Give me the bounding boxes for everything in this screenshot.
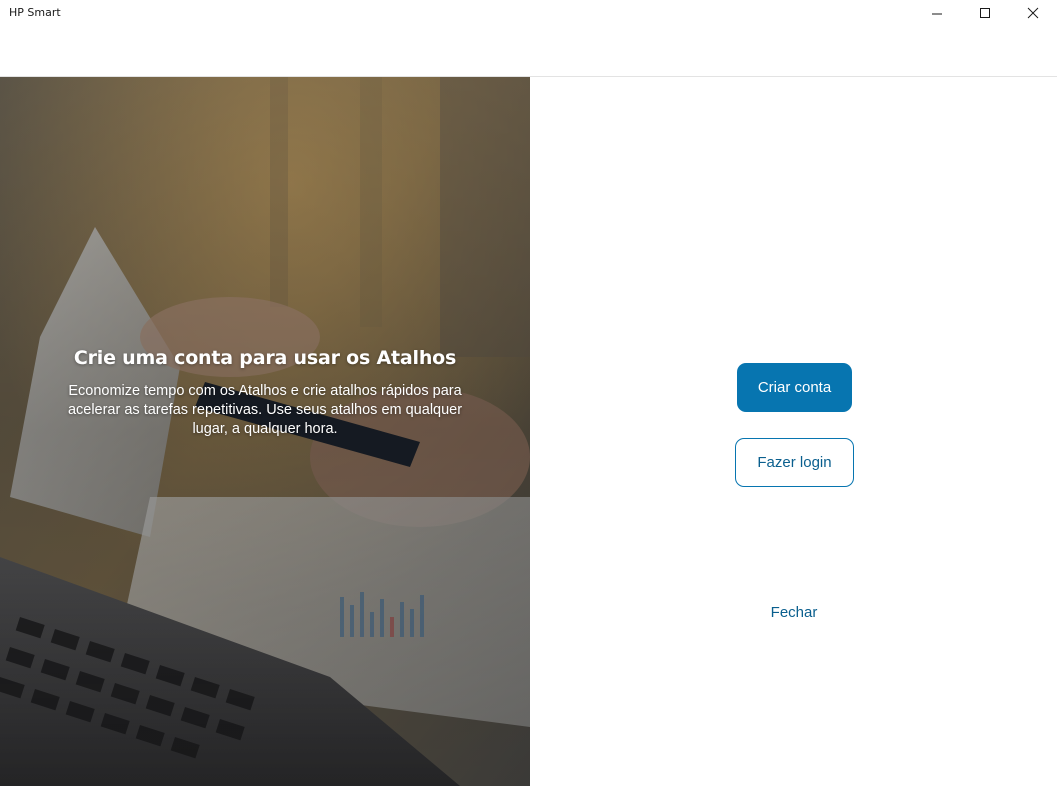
app-title: HP Smart <box>9 6 61 19</box>
title-bar[interactable]: HP Smart <box>0 0 1057 77</box>
minimize-icon <box>932 13 942 15</box>
app-window: HP Smart Crie uma conta para usar os Ata… <box>0 0 1057 786</box>
close-link[interactable]: Fechar <box>734 604 854 621</box>
login-button[interactable]: Fazer login <box>735 438 854 487</box>
actions-panel: Criar conta Fazer login Fechar <box>530 77 1057 786</box>
hero-text-block: Crie uma conta para usar os Atalhos Econ… <box>0 347 530 439</box>
hero-description: Economize tempo com os Atalhos e crie at… <box>67 383 463 437</box>
hero-heading: Crie uma conta para usar os Atalhos <box>73 347 457 369</box>
close-window-button[interactable] <box>1009 0 1057 26</box>
window-controls <box>913 0 1057 26</box>
maximize-icon <box>980 8 990 18</box>
minimize-button[interactable] <box>913 0 961 26</box>
create-account-button[interactable]: Criar conta <box>737 363 852 412</box>
hero-panel: Crie uma conta para usar os Atalhos Econ… <box>0 77 530 786</box>
close-icon <box>1027 7 1039 19</box>
maximize-button[interactable] <box>961 0 1009 26</box>
